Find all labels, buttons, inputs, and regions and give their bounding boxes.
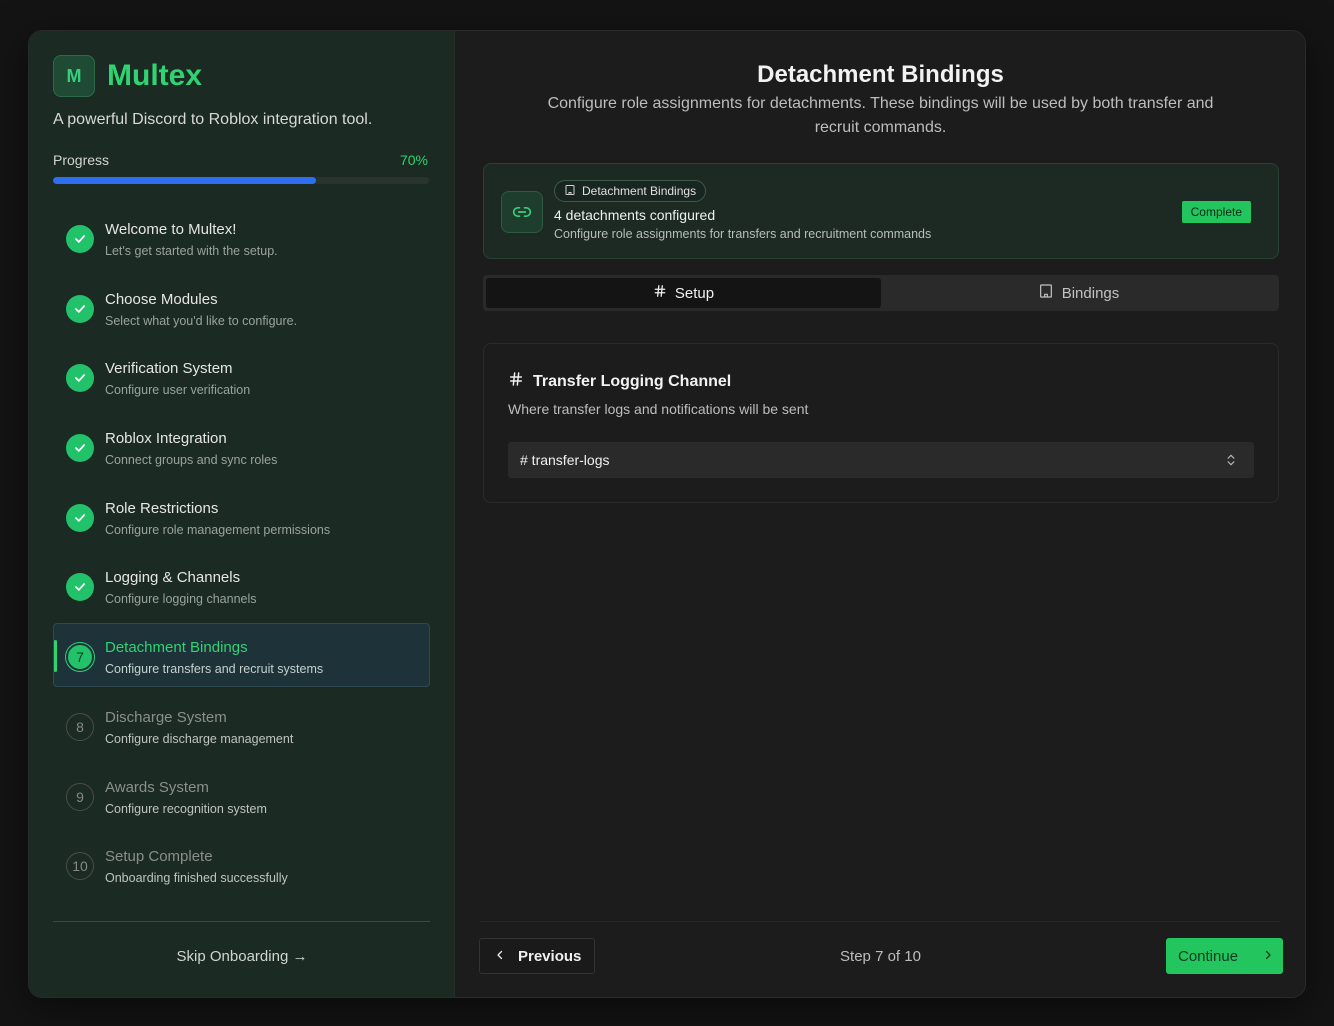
channel-select-value: # transfer-logs (520, 452, 610, 468)
building-icon (1038, 283, 1054, 303)
step-subtitle: Configure user verification (105, 383, 251, 398)
step-title: Roblox Integration (105, 430, 227, 448)
brand: M Multex (53, 55, 202, 97)
check-icon (66, 434, 94, 463)
brand-logo-icon: M (53, 55, 95, 97)
step-subtitle: Let's get started with the setup. (105, 244, 278, 258)
check-icon (66, 294, 94, 323)
footer-divider (480, 921, 1280, 922)
page-title: Detachment Bindings (757, 61, 1004, 88)
check-icon (66, 364, 94, 393)
step-title: Logging & Channels (105, 569, 241, 587)
progress-label: Progress (53, 152, 110, 168)
transfer-logging-card: Transfer Logging Channel Where transfer … (483, 343, 1279, 503)
step-item[interactable]: 10 Setup Complete Onboarding finished succ… (53, 832, 430, 896)
continue-button[interactable]: Continue (1166, 938, 1283, 974)
hash-icon (508, 371, 524, 392)
step-list: Welcome to Multex! Let's get started with… (53, 205, 430, 902)
step-item[interactable]: 9 Awards System Configure recognition syst… (53, 763, 430, 827)
step-subtitle: Connect groups and sync roles (105, 453, 278, 468)
tab-bar: Setup Bindings (483, 275, 1279, 311)
tab-bindings-label: Bindings (1061, 284, 1120, 302)
step-subtitle: Configure discharge management (105, 731, 294, 746)
step-item[interactable]: Choose Modules Select what you'd like to … (53, 275, 430, 339)
step-subtitle: Onboarding finished successfully (105, 871, 288, 886)
step-title: Choose Modules (105, 290, 218, 308)
step-item[interactable]: Verification System Configure user verifi… (53, 344, 430, 408)
step-title: Detachment Bindings (105, 639, 248, 657)
step-item[interactable]: Role Restrictions Configure role manageme… (53, 484, 430, 548)
brand-tagline: A powerful Discord to Roblox integration… (53, 111, 373, 128)
summary-chip-label: Detachment Bindings (582, 184, 697, 198)
main-panel: Detachment Bindings Configure role assig… (456, 31, 1305, 997)
summary-card: Detachment Bindings 4 detachments config… (483, 163, 1279, 259)
step-title: Verification System (105, 360, 233, 378)
step-title: Awards System (105, 778, 209, 796)
skip-onboarding-link[interactable]: Skip Onboarding → (29, 948, 455, 965)
step-subtitle: Configure logging channels (105, 592, 257, 607)
tab-setup[interactable]: Setup (486, 278, 881, 308)
onboarding-window: M Multex A powerful Discord to Roblox in… (28, 30, 1306, 998)
step-number: 10 (66, 852, 94, 881)
step-title: Welcome to Multex! (105, 221, 237, 238)
check-icon (66, 225, 94, 253)
step-item[interactable]: Roblox Integration Connect groups and syn… (53, 414, 430, 478)
step-subtitle: Configure transfers and recruit systems (105, 662, 324, 677)
sidebar: M Multex A powerful Discord to Roblox in… (29, 31, 455, 997)
step-subtitle: Configure role management permissions (105, 522, 331, 537)
card-title-text: Transfer Logging Channel (533, 372, 732, 390)
chevron-right-icon (1262, 948, 1274, 965)
summary-count: 4 detachments configured (554, 207, 716, 223)
step-title: Role Restrictions (105, 499, 219, 517)
hash-icon (653, 284, 667, 302)
step-item[interactable]: Welcome to Multex! Let's get started with… (53, 205, 430, 269)
chevron-up-down-icon (1224, 452, 1238, 471)
card-title: Transfer Logging Channel (508, 371, 731, 392)
step-subtitle: Configure recognition system (105, 801, 267, 816)
continue-button-label: Continue (1178, 947, 1239, 965)
active-step-indicator (54, 640, 57, 673)
sidebar-divider (53, 921, 430, 922)
progress-percent: 70% (399, 152, 428, 168)
step-title: Setup Complete (105, 848, 213, 866)
summary-description: Configure role assignments for transfers… (554, 227, 932, 241)
tab-bindings[interactable]: Bindings (881, 278, 1276, 308)
progress-bar (53, 177, 429, 184)
link-icon (501, 191, 543, 233)
step-number: 8 (66, 712, 94, 741)
step-number: 9 (66, 782, 94, 811)
check-icon (66, 503, 94, 532)
progress-bar-fill (53, 177, 317, 184)
step-title: Discharge System (105, 708, 227, 726)
step-item[interactable]: 7 Detachment Bindings Configure transfers … (53, 623, 430, 688)
building-icon (564, 184, 576, 199)
check-icon (66, 573, 94, 602)
summary-chip: Detachment Bindings (554, 180, 707, 202)
step-item[interactable]: 8 Discharge System Configure discharge man… (53, 693, 430, 757)
brand-name: Multex (107, 59, 203, 92)
status-badge: Complete (1181, 201, 1251, 223)
step-item[interactable]: Logging & Channels Configure logging chan… (53, 553, 430, 617)
card-description: Where transfer logs and notifications wi… (508, 401, 809, 417)
channel-select[interactable]: # transfer-logs (508, 442, 1254, 478)
tab-setup-label: Setup (674, 284, 715, 302)
step-number: 7 (66, 643, 94, 672)
step-subtitle: Select what you'd like to configure. (105, 313, 298, 328)
page-description: Configure role assignments for detachmen… (547, 95, 1214, 136)
